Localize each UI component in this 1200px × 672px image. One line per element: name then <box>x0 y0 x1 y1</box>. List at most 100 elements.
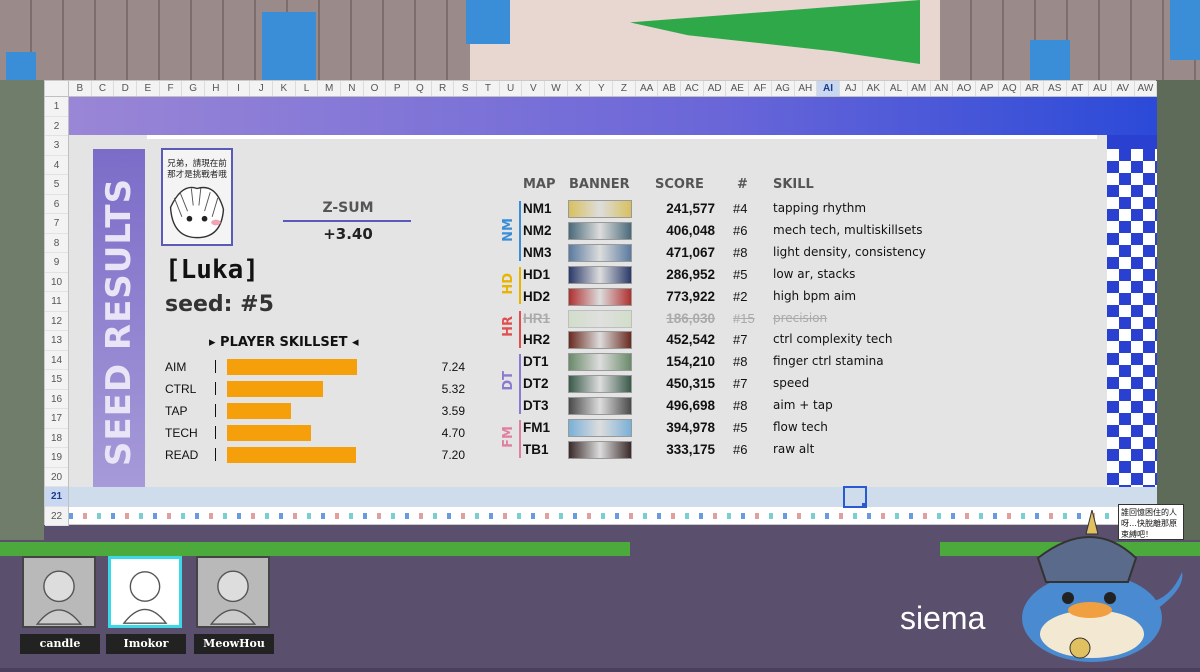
player-tile[interactable] <box>22 556 96 628</box>
row-header-cell[interactable]: 2 <box>45 117 68 136</box>
player-tile[interactable] <box>108 556 182 628</box>
column-header-cell[interactable]: N <box>341 81 364 96</box>
column-header-cell[interactable]: O <box>364 81 387 96</box>
column-header-cell[interactable]: T <box>477 81 500 96</box>
column-header-cell[interactable]: X <box>568 81 591 96</box>
row-header-cell[interactable]: 10 <box>45 273 68 292</box>
row-header-cell[interactable]: 18 <box>45 429 68 448</box>
column-header-cell[interactable]: AQ <box>999 81 1022 96</box>
column-header-cell[interactable]: P <box>386 81 410 96</box>
fill-handle[interactable] <box>862 503 867 508</box>
grass-platform <box>0 542 630 556</box>
row-header-cell[interactable]: 14 <box>45 351 68 370</box>
column-header-cell[interactable]: AV <box>1112 81 1135 96</box>
row-header-cell[interactable]: 19 <box>45 448 68 468</box>
row-header-cell[interactable]: 15 <box>45 370 68 390</box>
column-header-cell[interactable]: AU <box>1089 81 1112 96</box>
column-header-cell[interactable]: AF <box>749 81 772 96</box>
mod-line <box>519 310 521 349</box>
column-header-cell[interactable]: F <box>160 81 183 96</box>
column-header-cell[interactable]: AJ <box>840 81 863 96</box>
row-header-cell[interactable]: 6 <box>45 195 68 214</box>
map-score: 286,952 <box>666 266 715 282</box>
column-header-cell[interactable]: AG <box>772 81 795 96</box>
skill-value: 4.70 <box>441 426 465 440</box>
column-header-cell[interactable]: AB <box>658 81 682 96</box>
column-header-cell[interactable]: M <box>318 81 342 96</box>
side-title: SEED RESULTS <box>99 177 139 467</box>
row-header-cell[interactable]: 16 <box>45 390 68 409</box>
skill-row: READ 7.20 <box>165 445 465 467</box>
sheet-corner[interactable] <box>45 81 69 96</box>
column-header-cell[interactable]: J <box>250 81 274 96</box>
column-header-cell[interactable]: V <box>522 81 546 96</box>
column-header-cell[interactable]: Z <box>613 81 636 96</box>
column-header-cell[interactable]: I <box>228 81 251 96</box>
map-rank: #8 <box>733 244 748 260</box>
column-header-cell[interactable]: AW <box>1135 81 1158 96</box>
player-tile[interactable] <box>196 556 270 628</box>
column-header-cell[interactable]: AO <box>953 81 976 96</box>
skillset-title: ▸ PLAYER SKILLSET ◂ <box>209 335 359 350</box>
column-header-cell[interactable]: S <box>454 81 478 96</box>
column-header-cell[interactable]: AC <box>681 81 704 96</box>
column-header-cell[interactable]: AM <box>908 81 931 96</box>
column-header-cell[interactable]: AR <box>1021 81 1044 96</box>
column-header-cell[interactable]: E <box>137 81 160 96</box>
row-header-cell[interactable]: 21 <box>45 487 68 507</box>
column-header-cell[interactable]: U <box>500 81 523 96</box>
column-header-cell[interactable]: Y <box>590 81 614 96</box>
skill-row: TECH 4.70 <box>165 423 465 445</box>
column-header-cell[interactable]: K <box>273 81 296 96</box>
column-header-cell[interactable]: AA <box>636 81 659 96</box>
column-header-cell[interactable]: AK <box>863 81 886 96</box>
column-header-cell[interactable]: L <box>296 81 319 96</box>
row-header-cell[interactable]: 11 <box>45 292 68 312</box>
row-header-cell[interactable]: 12 <box>45 312 68 331</box>
column-header-cell[interactable]: AD <box>704 81 727 96</box>
map-skill: ctrl complexity tech <box>773 332 893 347</box>
skill-row: TAP 3.59 <box>165 401 465 423</box>
column-header-cell[interactable]: C <box>92 81 115 96</box>
column-header-cell[interactable]: AH <box>795 81 818 96</box>
row-header-cell[interactable]: 3 <box>45 136 68 156</box>
column-header-cell[interactable]: R <box>432 81 455 96</box>
map-score: 186,030 <box>666 310 715 326</box>
column-header-cell[interactable]: W <box>545 81 568 96</box>
map-banner <box>568 309 632 328</box>
map-banner <box>568 375 632 394</box>
column-header-cell[interactable]: AE <box>726 81 750 96</box>
map-score: 471,067 <box>666 244 715 260</box>
column-header-cell[interactable]: AL <box>885 81 908 96</box>
column-header-cell[interactable]: D <box>114 81 138 96</box>
map-skill: mech tech, multiskillsets <box>773 222 923 237</box>
row-header-cell[interactable]: 13 <box>45 331 68 351</box>
mod-line <box>519 420 521 458</box>
map-banner <box>568 419 632 437</box>
zsum-underline <box>283 220 411 222</box>
row-header-cell[interactable]: 17 <box>45 409 68 429</box>
map-rank: #4 <box>733 201 748 216</box>
row-header-cell[interactable]: 8 <box>45 234 68 253</box>
column-header-cell[interactable]: AN <box>931 81 954 96</box>
result-row: HR1 186,030 #15 precision <box>519 309 1079 331</box>
row-header-cell[interactable]: 9 <box>45 253 68 273</box>
column-header-cell[interactable]: AS <box>1044 81 1067 96</box>
row-header-cell[interactable]: 7 <box>45 214 68 234</box>
zsum-value: +3.40 <box>323 225 373 243</box>
column-header-cell[interactable]: H <box>205 81 228 96</box>
row-header-cell[interactable]: 20 <box>45 468 68 487</box>
map-id: HD2 <box>523 288 551 304</box>
column-header-cell[interactable]: B <box>69 81 92 96</box>
column-header-cell[interactable]: G <box>182 81 206 96</box>
row-header-cell[interactable]: 1 <box>45 97 68 117</box>
column-header-cell[interactable]: AT <box>1067 81 1090 96</box>
column-header-cell[interactable]: AP <box>976 81 999 96</box>
map-banner <box>568 440 632 459</box>
column-header-cell[interactable]: AI <box>817 81 840 96</box>
row-header-cell[interactable]: 22 <box>45 507 68 526</box>
map-banner <box>568 200 632 218</box>
column-header-cell[interactable]: Q <box>409 81 432 96</box>
row-header-cell[interactable]: 4 <box>45 156 68 175</box>
row-header-cell[interactable]: 5 <box>45 175 68 195</box>
